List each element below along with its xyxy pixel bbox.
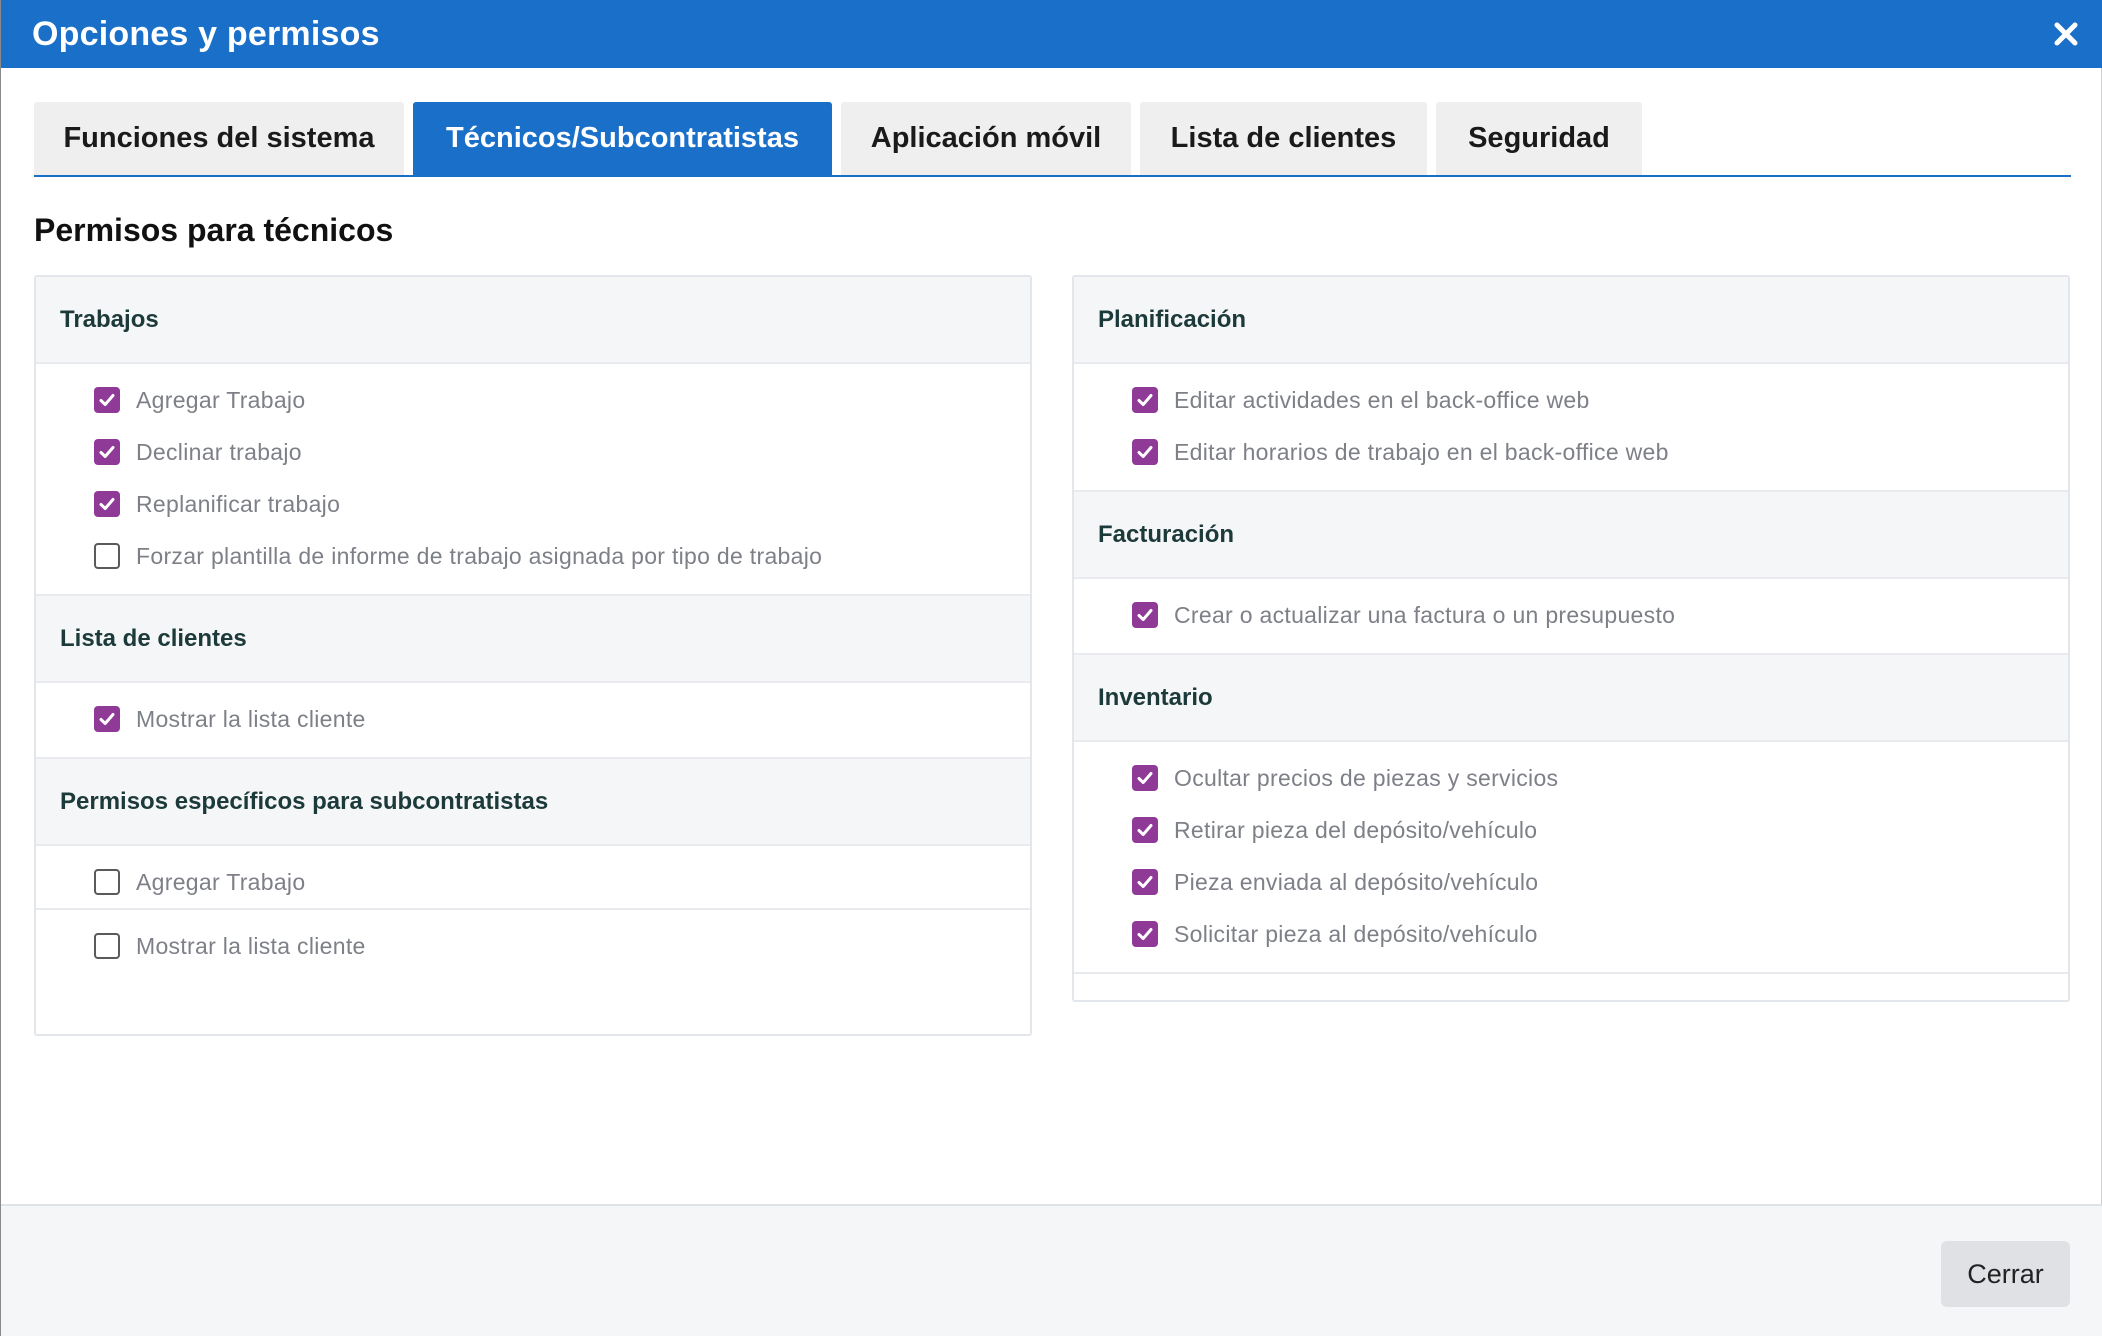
checkbox-unchecked-icon[interactable]	[94, 543, 120, 569]
checkbox-checked-icon[interactable]	[1132, 387, 1158, 413]
permission-label: Ocultar precios de piezas y servicios	[1174, 764, 1559, 791]
group-header: Trabajos	[36, 277, 1030, 364]
permission-checkbox-row[interactable]: Replanificar trabajo	[36, 478, 1030, 530]
group-body: Agregar Trabajo Declinar trabajo Replanifi…	[36, 364, 1030, 596]
permission-checkbox-row[interactable]: Agregar Trabajo	[36, 374, 1030, 426]
tab-lista-de-clientes[interactable]: Lista de clientes	[1140, 102, 1427, 175]
permissions-panel-right: Planificación Editar actividades en el ba…	[1072, 275, 2070, 1002]
permission-label: Editar actividades en el back-office web	[1174, 386, 1590, 413]
dialog-title: Opciones y permisos	[32, 14, 380, 53]
checkbox-checked-icon[interactable]	[1132, 602, 1158, 628]
permissions-panel-left: Trabajos Agregar Trabajo Declinar trabajo R…	[34, 275, 1032, 1036]
permission-checkbox-row[interactable]: Mostrar la lista cliente	[36, 693, 1030, 745]
permission-checkbox-row[interactable]: Agregar Trabajo	[36, 856, 1030, 908]
permission-label: Forzar plantilla de informe de trabajo a…	[136, 542, 823, 569]
permission-checkbox-row[interactable]: Forzar plantilla de informe de trabajo a…	[36, 530, 1030, 582]
tab-funciones-del-sistema[interactable]: Funciones del sistema	[34, 102, 404, 175]
checkbox-checked-icon[interactable]	[94, 706, 120, 732]
group-body: Mostrar la lista cliente	[36, 683, 1030, 759]
permission-label: Retirar pieza del depósito/vehículo	[1174, 816, 1538, 843]
group-header: Facturación	[1074, 492, 2068, 579]
permission-checkbox-row[interactable]: Editar actividades en el back-office web	[1074, 374, 2068, 426]
cerrar-button[interactable]: Cerrar	[1941, 1241, 2070, 1307]
permission-checkbox-row[interactable]: Ocultar precios de piezas y servicios	[1074, 752, 2068, 804]
group-header: Inventario	[1074, 655, 2068, 742]
permission-label: Replanificar trabajo	[136, 490, 341, 517]
tab-aplicacion-movil[interactable]: Aplicación móvil	[841, 102, 1131, 175]
group-body: Ocultar precios de piezas y servicios Ret…	[1074, 742, 2068, 974]
permission-checkbox-row[interactable]: Mostrar la lista cliente	[36, 920, 1030, 972]
permission-label: Declinar trabajo	[136, 438, 302, 465]
group-header: Planificación	[1074, 277, 2068, 364]
checkbox-checked-icon[interactable]	[1132, 817, 1158, 843]
group-body: Agregar Trabajo	[36, 846, 1030, 910]
group-body: Crear o actualizar una factura o un pres…	[1074, 579, 2068, 655]
checkbox-checked-icon[interactable]	[1132, 921, 1158, 947]
checkbox-checked-icon[interactable]	[1132, 439, 1158, 465]
dialog-titlebar: Opciones y permisos	[1, 0, 2102, 68]
permission-checkbox-row[interactable]: Pieza enviada al depósito/vehículo	[1074, 856, 2068, 908]
permission-label: Mostrar la lista cliente	[136, 932, 366, 959]
checkbox-unchecked-icon[interactable]	[94, 869, 120, 895]
group-header: Permisos específicos para subcontratista…	[36, 759, 1030, 846]
permission-label: Editar horarios de trabajo en el back-of…	[1174, 438, 1669, 465]
permission-checkbox-row[interactable]: Editar horarios de trabajo en el back-of…	[1074, 426, 2068, 478]
permission-checkbox-row[interactable]: Retirar pieza del depósito/vehículo	[1074, 804, 2068, 856]
options-dialog: Opciones y permisos Funciones del sistem…	[0, 0, 2102, 1336]
checkbox-checked-icon[interactable]	[1132, 765, 1158, 791]
dialog-footer: Cerrar	[1, 1204, 2102, 1336]
permission-label: Solicitar pieza al depósito/vehículo	[1174, 920, 1538, 947]
section-title: Permisos para técnicos	[34, 212, 394, 248]
tab-bar: Funciones del sistema Técnicos/Subcontra…	[34, 102, 2071, 177]
permission-label: Mostrar la lista cliente	[136, 705, 366, 732]
permission-label: Pieza enviada al depósito/vehículo	[1174, 868, 1539, 895]
checkbox-checked-icon[interactable]	[94, 387, 120, 413]
close-x-icon[interactable]	[2051, 19, 2081, 49]
tab-seguridad[interactable]: Seguridad	[1436, 102, 1642, 175]
permission-checkbox-row[interactable]: Crear o actualizar una factura o un pres…	[1074, 589, 2068, 641]
checkbox-checked-icon[interactable]	[94, 439, 120, 465]
group-header: Lista de clientes	[36, 596, 1030, 683]
checkbox-unchecked-icon[interactable]	[94, 933, 120, 959]
permission-label: Agregar Trabajo	[136, 868, 306, 895]
checkbox-checked-icon[interactable]	[94, 491, 120, 517]
permission-label: Crear o actualizar una factura o un pres…	[1174, 601, 1676, 628]
group-body: Editar actividades en el back-office web…	[1074, 364, 2068, 492]
permission-label: Agregar Trabajo	[136, 386, 306, 413]
checkbox-checked-icon[interactable]	[1132, 869, 1158, 895]
permission-checkbox-row[interactable]: Declinar trabajo	[36, 426, 1030, 478]
permission-checkbox-row[interactable]: Solicitar pieza al depósito/vehículo	[1074, 908, 2068, 960]
group-body: Mostrar la lista cliente	[36, 910, 1030, 984]
tab-tecnicos-subcontratistas[interactable]: Técnicos/Subcontratistas	[413, 102, 832, 175]
